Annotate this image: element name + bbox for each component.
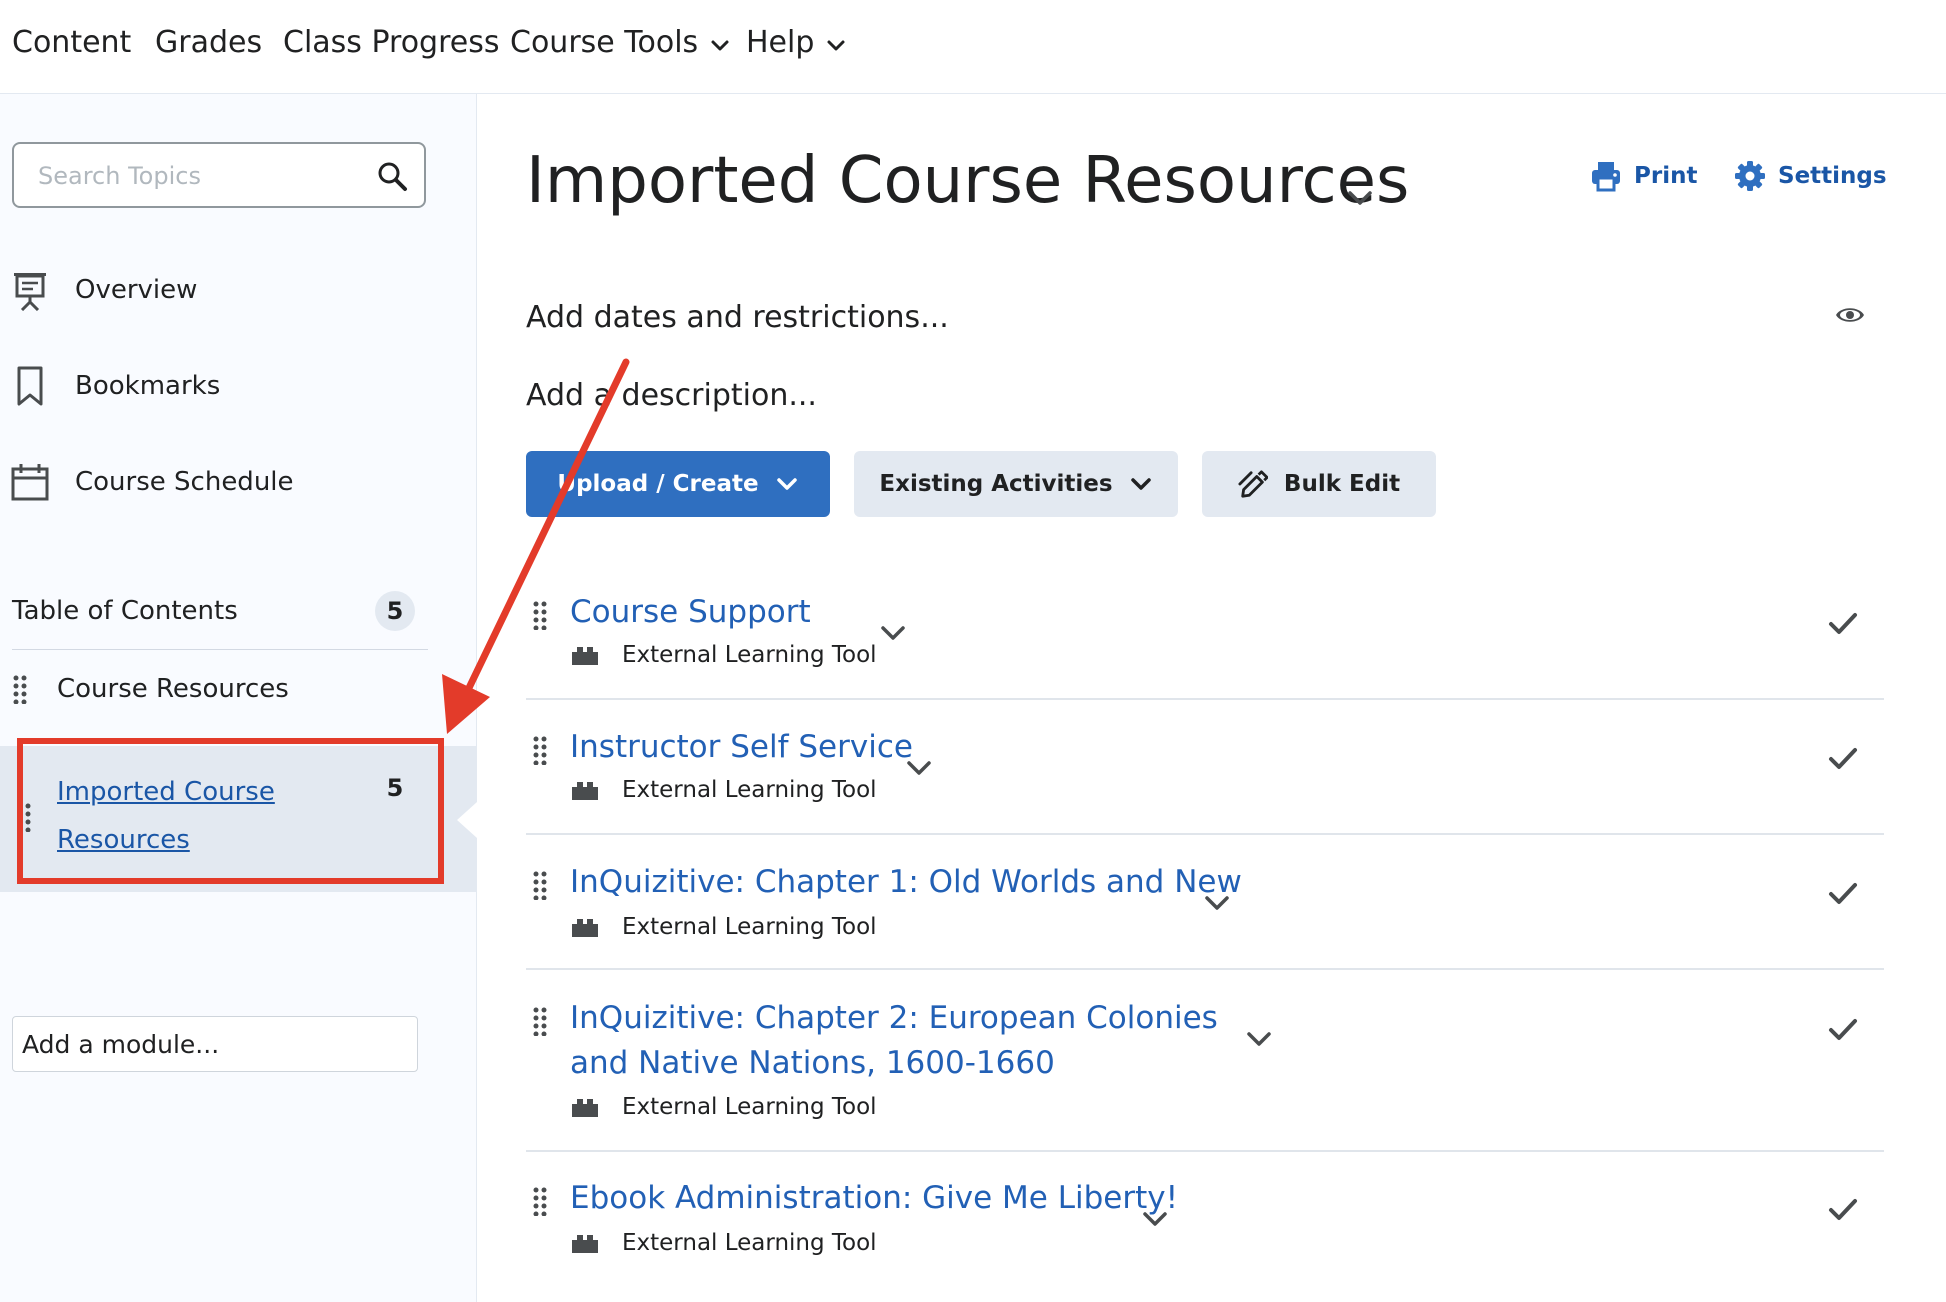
drag-handle-icon[interactable]	[532, 870, 548, 900]
sidebar-item-label: Overview	[75, 275, 198, 305]
settings-label: Settings	[1778, 163, 1887, 189]
item-title-link[interactable]: InQuizitive: Chapter 1: Old Worlds and N…	[570, 860, 1242, 905]
table-of-contents-header[interactable]: Table of Contents 5	[12, 584, 428, 638]
chevron-down-icon[interactable]	[1246, 1030, 1272, 1048]
checkmark-icon[interactable]	[1828, 612, 1858, 636]
list-item: Instructor Self Service External Learnin…	[526, 715, 1884, 835]
chevron-down-icon[interactable]	[1204, 894, 1230, 912]
item-type: External Learning Tool	[570, 777, 877, 803]
module-course-resources[interactable]: Course Resources	[12, 674, 289, 704]
drag-handle-icon[interactable]	[532, 1186, 548, 1216]
upload-create-button[interactable]: Upload / Create	[526, 451, 830, 517]
chevron-down-icon	[776, 478, 797, 490]
nav-grades-label: Grades	[155, 25, 263, 60]
sidebar-item-label: Bookmarks	[75, 371, 221, 401]
item-title-link[interactable]: Ebook Administration: Give Me Liberty!	[570, 1176, 1178, 1221]
list-item: Ebook Administration: Give Me Liberty! E…	[526, 1166, 1884, 1284]
bookmark-icon	[10, 364, 50, 408]
calendar-icon	[10, 460, 50, 504]
settings-button[interactable]: Settings	[1734, 160, 1887, 192]
item-title-link[interactable]: Instructor Self Service	[570, 725, 913, 770]
sidebar-item-label: Course Schedule	[75, 467, 294, 497]
gear-icon	[1735, 161, 1765, 191]
add-dates-link[interactable]: Add dates and restrictions...	[526, 300, 949, 335]
drag-handle-icon[interactable]	[532, 1006, 548, 1036]
item-title-link[interactable]: Course Support	[570, 590, 811, 635]
list-item: InQuizitive: Chapter 2: European Colonie…	[526, 986, 1884, 1152]
chevron-down-icon[interactable]	[1346, 188, 1374, 208]
toc-label: Table of Contents	[12, 596, 238, 626]
item-type: External Learning Tool	[570, 1094, 877, 1120]
bulk-edit-label: Bulk Edit	[1283, 471, 1401, 497]
nav-content-label: Content	[12, 25, 132, 60]
search-box	[12, 142, 426, 208]
chevron-down-icon[interactable]	[906, 759, 932, 777]
eye-icon[interactable]	[1835, 304, 1865, 326]
search-icon[interactable]	[376, 160, 408, 192]
toc-count-badge: 5	[375, 591, 415, 631]
selection-pointer	[457, 802, 477, 838]
pencil-edit-icon	[1238, 470, 1268, 498]
bulk-edit-button[interactable]: Bulk Edit	[1202, 451, 1436, 517]
drag-handle-icon[interactable]	[532, 600, 548, 630]
list-item: InQuizitive: Chapter 1: Old Worlds and N…	[526, 850, 1884, 970]
puzzle-tool-icon	[572, 919, 598, 937]
chevron-down-icon	[1130, 478, 1151, 490]
chevron-down-icon	[827, 40, 845, 50]
presentation-icon	[10, 268, 50, 312]
chevron-down-icon	[711, 40, 729, 50]
puzzle-tool-icon	[572, 1099, 598, 1117]
printer-icon	[1592, 162, 1620, 192]
checkmark-icon[interactable]	[1828, 882, 1858, 906]
item-type: External Learning Tool	[570, 1230, 877, 1256]
sidebar-item-overview[interactable]: Overview	[10, 268, 197, 312]
existing-activities-button[interactable]: Existing Activities	[854, 451, 1178, 517]
nav-content[interactable]: Content	[12, 25, 131, 60]
item-type: External Learning Tool	[570, 914, 877, 940]
search-input[interactable]	[36, 156, 370, 196]
drag-handle-icon[interactable]	[532, 735, 548, 765]
puzzle-tool-icon	[572, 1235, 598, 1253]
print-label: Print	[1634, 163, 1698, 189]
nav-grades[interactable]: Grades	[155, 25, 262, 60]
chevron-down-icon[interactable]	[880, 624, 906, 642]
upload-create-label: Upload / Create	[557, 471, 759, 497]
item-type-label: External Learning Tool	[622, 1230, 877, 1256]
checkmark-icon[interactable]	[1828, 1198, 1858, 1222]
checkmark-icon[interactable]	[1828, 747, 1858, 771]
nav-class-progress-label: Class Progress	[283, 25, 500, 60]
checkmark-icon[interactable]	[1828, 1018, 1858, 1042]
nav-class-progress[interactable]: Class Progress	[283, 25, 500, 60]
sidebar-item-bookmarks[interactable]: Bookmarks	[10, 364, 220, 408]
item-type-label: External Learning Tool	[622, 1094, 877, 1120]
list-item: Course Support External Learning Tool	[526, 580, 1884, 700]
puzzle-tool-icon	[572, 782, 598, 800]
item-type-label: External Learning Tool	[622, 777, 877, 803]
sidebar: Overview Bookmarks Course Schedule Table…	[0, 94, 477, 1302]
nav-course-tools-label: Course Tools	[510, 25, 699, 60]
module-label: Course Resources	[57, 674, 289, 704]
print-button[interactable]: Print	[1590, 160, 1697, 192]
add-module-field[interactable]: Add a module...	[12, 1016, 418, 1072]
drag-handle-icon[interactable]	[12, 674, 28, 704]
sidebar-item-course-schedule[interactable]: Course Schedule	[10, 460, 294, 504]
existing-activities-label: Existing Activities	[879, 471, 1113, 497]
nav-course-tools[interactable]: Course Tools	[510, 25, 730, 60]
add-description-link[interactable]: Add a description...	[526, 378, 817, 413]
puzzle-tool-icon	[572, 647, 598, 665]
nav-help-label: Help	[746, 25, 815, 60]
item-type-label: External Learning Tool	[622, 642, 877, 668]
chevron-down-icon[interactable]	[1142, 1210, 1168, 1228]
page-title: Imported Course Resources	[526, 144, 1410, 218]
item-title-link[interactable]: InQuizitive: Chapter 2: European Colonie…	[570, 996, 1270, 1086]
item-type: External Learning Tool	[570, 642, 877, 668]
item-type-label: External Learning Tool	[622, 914, 877, 940]
annotation-highlight-box	[17, 738, 444, 884]
nav-help[interactable]: Help	[746, 25, 846, 60]
top-navigation: Content Grades Class Progress Course Too…	[0, 0, 1946, 94]
divider	[12, 649, 428, 650]
